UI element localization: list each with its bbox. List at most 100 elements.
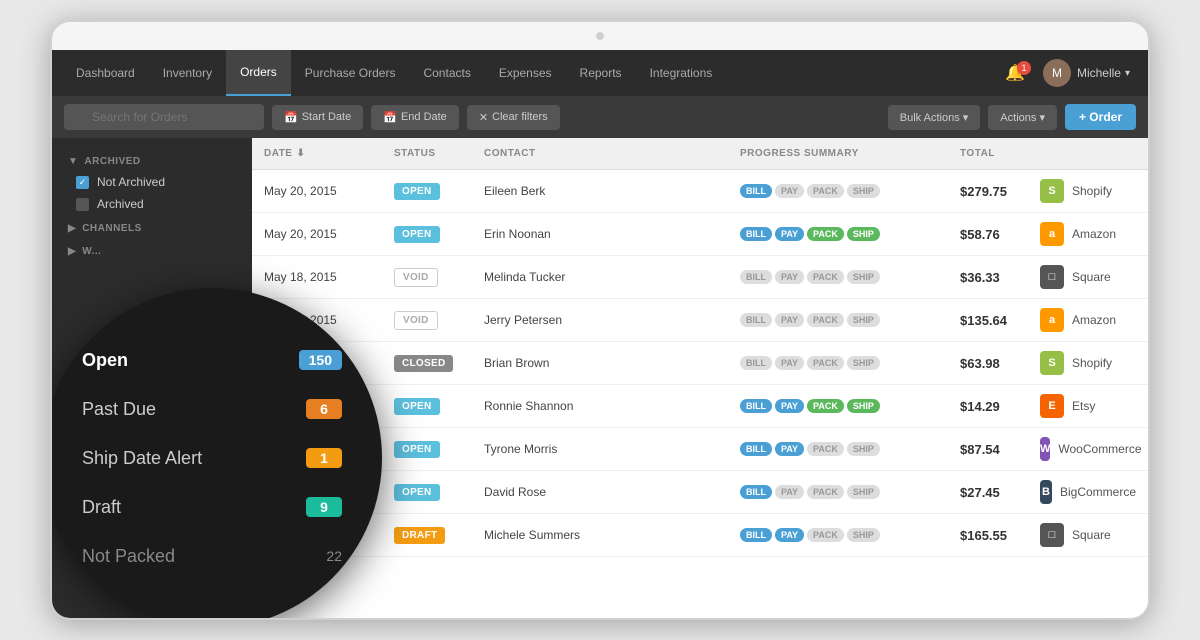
progress-pill: BILL [740, 227, 772, 241]
progress-pill: SHIP [847, 528, 880, 542]
cell-date [252, 354, 382, 372]
table-row[interactable]: CLOSED Brian Brown BILLPAYPACKSHIP $63.9… [252, 342, 1148, 385]
add-order-button[interactable]: + Order [1065, 104, 1136, 130]
cell-integration: □ Square [1028, 256, 1148, 298]
cell-status: VOID [382, 302, 472, 339]
nav-contacts[interactable]: Contacts [409, 50, 484, 96]
progress-pill: BILL [740, 442, 772, 456]
cell-contact: Michele Summers [472, 519, 728, 551]
cell-status: CLOSED [382, 346, 472, 381]
calendar-icon: 📅 [284, 111, 298, 124]
avatar: M [1043, 59, 1071, 87]
sidebar-warehouse-section[interactable]: ▶ W... [52, 238, 252, 261]
sidebar-not-archived[interactable]: ✓ Not Archived [52, 171, 252, 193]
cell-contact: Ronnie Shannon [472, 390, 728, 422]
progress-pills: BILLPAYPACKSHIP [740, 399, 936, 413]
cell-total: $58.76 [948, 218, 1028, 251]
sidebar-archived-section: ▼ ARCHIVED [52, 148, 252, 171]
actions-button[interactable]: Actions ▾ [988, 105, 1057, 130]
status-badge: VOID [394, 268, 438, 287]
progress-pill: PACK [807, 528, 844, 542]
search-input[interactable] [64, 104, 264, 130]
sidebar-archived[interactable]: Archived [52, 193, 252, 215]
integration-icon: □ [1040, 523, 1064, 547]
table-row[interactable]: OPEN Tyrone Morris BILLPAYPACKSHIP $87.5… [252, 428, 1148, 471]
cell-date: May 20, 2015 [252, 218, 382, 250]
integration-name: Shopify [1072, 184, 1112, 198]
progress-pills: BILLPAYPACKSHIP [740, 528, 936, 542]
nav-expenses[interactable]: Expenses [485, 50, 566, 96]
archived-checkbox[interactable] [76, 198, 89, 211]
status-badge: OPEN [394, 183, 440, 200]
progress-pill: BILL [740, 528, 772, 542]
table-row[interactable]: OPEN David Rose BILLPAYPACKSHIP $27.45 B… [252, 471, 1148, 514]
integration-icon: a [1040, 222, 1064, 246]
integration-name: Amazon [1072, 227, 1116, 241]
th-contact: CONTACT [472, 138, 728, 169]
table-header: DATE ⬇ STATUS CONTACT PROGRESS SUMMARY T… [252, 138, 1148, 170]
cell-status: OPEN [382, 432, 472, 467]
sort-icon[interactable]: ⬇ [296, 148, 305, 159]
progress-pill: PACK [807, 399, 844, 413]
integration-info: E Etsy [1040, 394, 1136, 418]
table-row[interactable]: May 18, 2015 VOID Melinda Tucker BILLPAY… [252, 256, 1148, 299]
cell-contact: Brian Brown [472, 347, 728, 379]
user-menu[interactable]: M Michelle ▾ [1035, 59, 1138, 87]
nav-orders[interactable]: Orders [226, 50, 291, 96]
table-row[interactable]: May 20, 2015 OPEN Erin Noonan BILLPAYPAC… [252, 213, 1148, 256]
table-row[interactable]: May 20, 2015 OPEN Eileen Berk BILLPAYPAC… [252, 170, 1148, 213]
integration-icon: B [1040, 480, 1052, 504]
nav-integrations[interactable]: Integrations [636, 50, 727, 96]
device-top [52, 22, 1148, 50]
th-total: TOTAL [948, 138, 1028, 169]
not-archived-checkbox[interactable]: ✓ [76, 176, 89, 189]
integration-icon: W [1040, 437, 1050, 461]
nav-purchase-orders[interactable]: Purchase Orders [291, 50, 410, 96]
status-badge: OPEN [394, 398, 440, 415]
cell-total: $63.98 [948, 347, 1028, 380]
channels-title: CHANNELS [82, 223, 142, 234]
nav-dashboard[interactable]: Dashboard [62, 50, 149, 96]
notifications-bell[interactable]: 🔔 1 [995, 63, 1035, 83]
integration-icon: S [1040, 351, 1064, 375]
progress-pill: SHIP [847, 485, 880, 499]
user-name: Michelle [1077, 66, 1121, 80]
cell-progress: BILLPAYPACKSHIP [728, 175, 948, 207]
progress-pill: SHIP [847, 184, 880, 198]
cell-date: May 18, 2015 [252, 304, 382, 336]
integration-name: Amazon [1072, 313, 1116, 327]
start-date-label: Start Date [302, 111, 352, 123]
nav-reports[interactable]: Reports [566, 50, 636, 96]
progress-pills: BILLPAYPACKSHIP [740, 313, 936, 327]
end-date-button[interactable]: 📅 End Date [371, 105, 459, 130]
cell-progress: BILLPAYPACKSHIP [728, 218, 948, 250]
clear-filters-button[interactable]: ✕ Clear filters [467, 105, 560, 130]
integration-name: WooCommerce [1058, 442, 1141, 456]
cell-contact: Jerry Petersen [472, 304, 728, 336]
table-row[interactable]: OPEN Ronnie Shannon BILLPAYPACKSHIP $14.… [252, 385, 1148, 428]
cell-status: OPEN [382, 217, 472, 252]
nav-inventory[interactable]: Inventory [149, 50, 226, 96]
progress-pill: PAY [775, 227, 804, 241]
end-date-label: End Date [401, 111, 447, 123]
cell-total: $135.64 [948, 304, 1028, 337]
cell-progress: BILLPAYPACKSHIP [728, 304, 948, 336]
status-badge: OPEN [394, 226, 440, 243]
cell-integration: S Shopify [1028, 342, 1148, 384]
calendar-icon-2: 📅 [383, 111, 397, 124]
cell-total: $14.29 [948, 390, 1028, 423]
progress-pill: BILL [740, 270, 772, 284]
table-row[interactable]: DRAFT Michele Summers BILLPAYPACKSHIP $1… [252, 514, 1148, 557]
cell-contact: David Rose [472, 476, 728, 508]
cell-contact: Melinda Tucker [472, 261, 728, 293]
bulk-actions-button[interactable]: Bulk Actions ▾ [888, 105, 981, 130]
table-row[interactable]: May 18, 2015 VOID Jerry Petersen BILLPAY… [252, 299, 1148, 342]
cell-contact: Tyrone Morris [472, 433, 728, 465]
progress-pill: PACK [807, 313, 844, 327]
cell-total: $165.55 [948, 519, 1028, 552]
integration-name: BigCommerce [1060, 485, 1136, 499]
integration-info: □ Square [1040, 265, 1136, 289]
start-date-button[interactable]: 📅 Start Date [272, 105, 363, 130]
sidebar-channels-section[interactable]: ▶ CHANNELS [52, 215, 252, 238]
progress-pills: BILLPAYPACKSHIP [740, 485, 936, 499]
